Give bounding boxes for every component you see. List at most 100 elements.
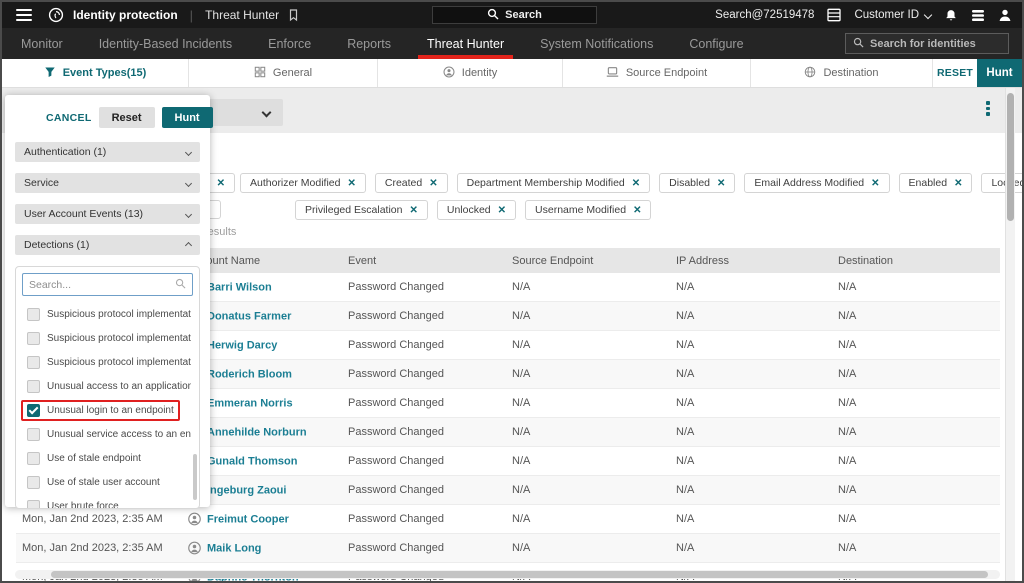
account-name-link[interactable]: Donatus Farmer bbox=[207, 310, 291, 322]
vertical-scrollbar-thumb[interactable] bbox=[1007, 93, 1014, 221]
nav-tab-system-notifications[interactable]: System Notifications bbox=[534, 28, 659, 59]
filter-section-detections-[interactable]: Detections (1) bbox=[15, 235, 200, 255]
detections-search-input[interactable] bbox=[29, 278, 171, 291]
remove-chip-icon[interactable]: ✕ bbox=[717, 178, 725, 189]
cell-destination: N/A bbox=[838, 455, 857, 467]
remove-chip-icon[interactable]: ✕ bbox=[409, 205, 417, 216]
filter-tab-label: Destination bbox=[823, 67, 879, 79]
account-name-link[interactable]: Emmeran Norris bbox=[207, 397, 293, 409]
cell-event: Password Changed bbox=[348, 397, 445, 409]
detection-option[interactable]: User brute force bbox=[16, 494, 199, 508]
stack-icon[interactable] bbox=[971, 9, 985, 22]
filter-tab-identity[interactable]: Identity bbox=[377, 59, 562, 87]
detections-search-box[interactable] bbox=[22, 273, 193, 296]
nav-tab-identity-based-incidents[interactable]: Identity-Based Incidents bbox=[93, 28, 238, 59]
horizontal-scrollbar-thumb[interactable] bbox=[51, 571, 988, 578]
remove-chip-icon[interactable]: ✕ bbox=[347, 178, 355, 189]
nav-tab-label: Configure bbox=[689, 36, 744, 51]
server-icon[interactable] bbox=[827, 8, 842, 22]
checkbox[interactable] bbox=[27, 499, 40, 508]
notifications-bell-icon[interactable] bbox=[944, 8, 958, 23]
detection-option[interactable]: Use of stale user account bbox=[16, 470, 199, 494]
identity-search-box[interactable] bbox=[845, 33, 1009, 54]
cell-ip-address: N/A bbox=[676, 426, 695, 438]
detection-option[interactable]: Unusual access to an application bbox=[16, 374, 199, 398]
horizontal-scrollbar[interactable] bbox=[15, 570, 1000, 579]
remove-chip-icon[interactable]: ✕ bbox=[498, 205, 506, 216]
filter-section-authentication-[interactable]: Authentication (1) bbox=[15, 142, 200, 162]
nav-tabs: Monitor Identity-Based Incidents Enforce Re… bbox=[15, 28, 750, 59]
remove-chip-icon[interactable]: ✕ bbox=[217, 178, 225, 189]
cell-event: Password Changed bbox=[348, 513, 445, 525]
checkbox[interactable] bbox=[27, 451, 40, 465]
filter-tab-destination[interactable]: Destination bbox=[750, 59, 932, 87]
detection-items: Suspicious protocol implementation (NTL.… bbox=[16, 302, 199, 508]
detection-option[interactable]: Unusual service access to an endpoint bbox=[16, 422, 199, 446]
global-search-input[interactable]: Search bbox=[432, 6, 597, 24]
detection-label: Unusual login to an endpoint bbox=[47, 404, 174, 416]
cancel-button[interactable]: CANCEL bbox=[46, 112, 92, 124]
checkbox[interactable] bbox=[27, 427, 40, 441]
account-name-link[interactable]: Barri Wilson bbox=[207, 281, 272, 293]
remove-chip-icon[interactable]: ✕ bbox=[429, 178, 437, 189]
detection-option[interactable]: Use of stale endpoint bbox=[16, 446, 199, 470]
cell-ip-address: N/A bbox=[676, 339, 695, 351]
filter-section-user-account-events-[interactable]: User Account Events (13) bbox=[15, 204, 200, 224]
panel-reset-button[interactable]: Reset bbox=[98, 107, 155, 128]
section-label: User Account Events (13) bbox=[24, 208, 144, 220]
nav-tab-monitor[interactable]: Monitor bbox=[15, 28, 69, 59]
account-name-link[interactable]: Herwig Darcy bbox=[207, 339, 277, 351]
checkbox[interactable] bbox=[27, 475, 40, 489]
hunt-button[interactable]: Hunt bbox=[977, 59, 1022, 87]
filter-section-service[interactable]: Service bbox=[15, 173, 200, 193]
bookmark-icon[interactable] bbox=[287, 8, 300, 22]
checkbox[interactable] bbox=[27, 379, 40, 393]
nav-tab-threat-hunter[interactable]: Threat Hunter bbox=[417, 28, 514, 59]
search-icon bbox=[487, 8, 499, 23]
cell-event: Password Changed bbox=[348, 426, 445, 438]
remove-chip-icon[interactable]: ✕ bbox=[632, 178, 640, 189]
cell-account-name[interactable]: Freimut Cooper bbox=[188, 512, 289, 526]
nav-tab-enforce[interactable]: Enforce bbox=[262, 28, 317, 59]
remove-chip-icon[interactable]: ✕ bbox=[633, 205, 641, 216]
user-profile-icon[interactable] bbox=[998, 8, 1012, 22]
cell-destination: N/A bbox=[838, 339, 857, 351]
customer-id-menu[interactable]: Customer ID bbox=[854, 9, 933, 21]
globe-icon bbox=[804, 66, 816, 81]
filter-tab-source-endpoint[interactable]: Source Endpoint bbox=[562, 59, 750, 87]
reset-filters-button[interactable]: RESET bbox=[932, 59, 977, 87]
account-name-link[interactable]: Gunald Thomson bbox=[207, 455, 297, 467]
cell-destination: N/A bbox=[838, 542, 857, 554]
detection-option[interactable]: Suspicious protocol implementation (NTL.… bbox=[16, 302, 199, 326]
detection-label: Use of stale user account bbox=[47, 476, 160, 488]
detection-option[interactable]: Suspicious protocol implementation (pass… bbox=[16, 326, 199, 350]
panel-hunt-button[interactable]: Hunt bbox=[161, 107, 213, 128]
nav-tab-label: Monitor bbox=[21, 36, 63, 51]
vertical-scrollbar[interactable] bbox=[1005, 88, 1015, 581]
account-name-link[interactable]: Ingeburg Zaoui bbox=[207, 484, 286, 496]
identity-search-input[interactable] bbox=[870, 37, 1001, 50]
checkbox[interactable] bbox=[27, 403, 40, 417]
checkbox[interactable] bbox=[27, 355, 40, 369]
nav-tab-reports[interactable]: Reports bbox=[341, 28, 397, 59]
detection-option[interactable]: Unusual login to an endpoint bbox=[16, 398, 199, 422]
kebab-menu-icon[interactable] bbox=[981, 101, 995, 121]
account-name-link[interactable]: Maik Long bbox=[207, 542, 261, 554]
checkbox[interactable] bbox=[27, 331, 40, 345]
detection-option[interactable]: Suspicious protocol implementation (vali… bbox=[16, 350, 199, 374]
nav-tab-configure[interactable]: Configure bbox=[683, 28, 749, 59]
filter-tab-general[interactable]: General bbox=[188, 59, 377, 87]
title-divider: | bbox=[189, 7, 194, 23]
hamburger-menu-icon[interactable] bbox=[16, 6, 32, 24]
remove-chip-icon[interactable]: ✕ bbox=[871, 178, 879, 189]
account-name-link[interactable]: Roderich Bloom bbox=[207, 368, 292, 380]
search-icon bbox=[175, 276, 186, 294]
account-name-link[interactable]: Annehilde Norburn bbox=[207, 426, 307, 438]
filter-tab-event-types-[interactable]: Event Types(15) bbox=[2, 59, 188, 87]
list-scrollbar-thumb[interactable] bbox=[193, 454, 197, 500]
cell-account-name[interactable]: Maik Long bbox=[188, 541, 261, 555]
remove-chip-icon[interactable]: ✕ bbox=[954, 178, 962, 189]
filter-chip: Created ✕ bbox=[374, 173, 448, 193]
account-name-link[interactable]: Freimut Cooper bbox=[207, 513, 289, 525]
checkbox[interactable] bbox=[27, 307, 40, 321]
